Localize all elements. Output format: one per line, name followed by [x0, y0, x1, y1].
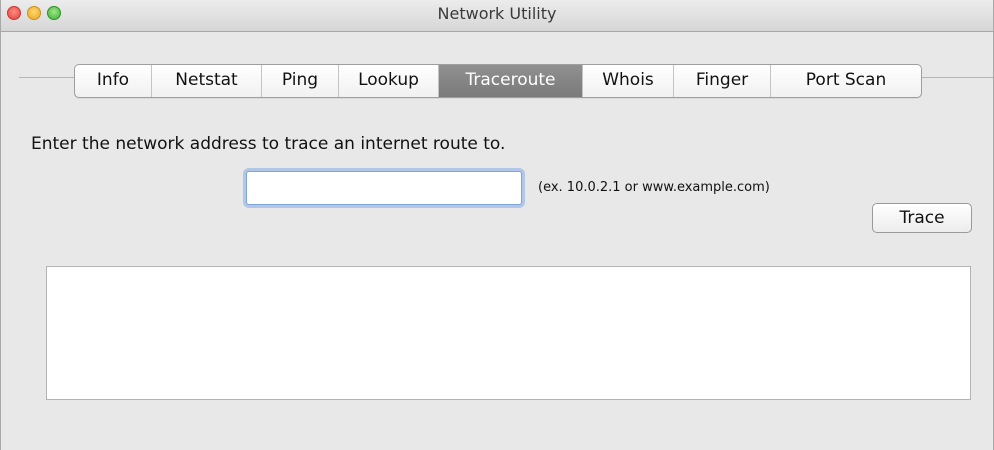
tab-finger[interactable]: Finger [674, 65, 771, 97]
tab-lookup[interactable]: Lookup [339, 65, 439, 97]
tab-bar: Info Netstat Ping Lookup Traceroute Whoi… [74, 64, 922, 98]
trace-prompt-label: Enter the network address to trace an in… [31, 134, 506, 154]
trace-button[interactable]: Trace [872, 203, 972, 233]
tab-netstat[interactable]: Netstat [152, 65, 262, 97]
tab-traceroute[interactable]: Traceroute [439, 65, 583, 97]
tab-ping[interactable]: Ping [262, 65, 339, 97]
network-address-input[interactable] [246, 171, 522, 205]
title-bar[interactable]: Network Utility [1, 0, 993, 32]
tab-port-scan[interactable]: Port Scan [771, 65, 921, 97]
network-utility-window: Network Utility Info Netstat Ping Lookup… [0, 0, 994, 450]
traceroute-output-area[interactable] [46, 266, 971, 400]
tab-info[interactable]: Info [75, 65, 152, 97]
tab-whois[interactable]: Whois [583, 65, 674, 97]
address-example-hint: (ex. 10.0.2.1 or www.example.com) [538, 180, 770, 195]
window-title: Network Utility [437, 4, 557, 23]
